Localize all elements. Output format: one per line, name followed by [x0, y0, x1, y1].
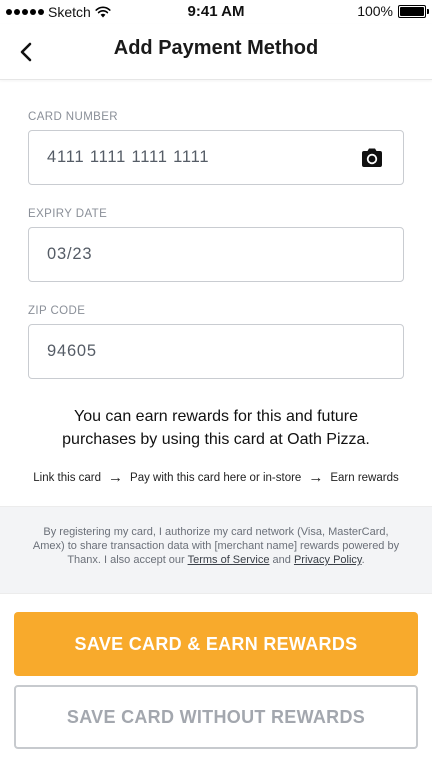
- expiry-date-value: 03/23: [47, 245, 93, 263]
- rewards-description: You can earn rewards for this and future…: [20, 405, 412, 451]
- save-card-without-rewards-button[interactable]: SAVE CARD WITHOUT REWARDS: [14, 685, 418, 749]
- card-number-label: CARD NUMBER: [28, 111, 119, 123]
- rewards-steps: Link this card → Pay with this card here…: [0, 470, 432, 485]
- step-link-card: Link this card: [33, 471, 102, 484]
- zip-code-field[interactable]: 94605: [28, 324, 404, 379]
- disclaimer-and: and: [269, 554, 294, 566]
- card-number-value: 4111 1111 1111 1111: [47, 148, 210, 166]
- navigation-bar: Add Payment Method: [0, 24, 432, 80]
- card-number-field[interactable]: 4111 1111 1111 1111: [28, 130, 404, 185]
- battery-icon: [398, 4, 429, 18]
- save-card-earn-rewards-button[interactable]: SAVE CARD & EARN REWARDS: [14, 612, 418, 676]
- camera-icon[interactable]: [359, 145, 385, 171]
- arrow-right-icon: →: [308, 469, 324, 486]
- rewards-line-2: purchases by using this card at Oath Piz…: [62, 431, 370, 448]
- arrow-right-icon: →: [108, 469, 124, 486]
- zip-code-value: 94605: [47, 342, 97, 360]
- expiry-date-label: EXPIRY DATE: [28, 208, 108, 220]
- disclaimer-end: .: [361, 554, 365, 566]
- step-earn-rewards: Earn rewards: [330, 471, 399, 484]
- step-pay-with-card: Pay with this card here or in-store: [130, 471, 302, 484]
- disclaimer-panel: By registering my card, I authorize my c…: [0, 506, 432, 594]
- rewards-line-1: You can earn rewards for this and future: [73, 408, 359, 425]
- disclaimer-text: By registering my card, I authorize my c…: [30, 525, 402, 567]
- battery-percent: 100%: [357, 3, 393, 19]
- privacy-policy-link[interactable]: Privacy Policy: [294, 554, 362, 566]
- terms-of-service-link[interactable]: Terms of Service: [188, 554, 270, 566]
- page-title: Add Payment Method: [113, 37, 319, 59]
- zip-code-label: ZIP CODE: [28, 305, 86, 317]
- status-bar: Sketch 9:41 AM 100%: [0, 0, 432, 24]
- status-right: 100%: [357, 3, 429, 19]
- expiry-date-field[interactable]: 03/23: [28, 227, 404, 282]
